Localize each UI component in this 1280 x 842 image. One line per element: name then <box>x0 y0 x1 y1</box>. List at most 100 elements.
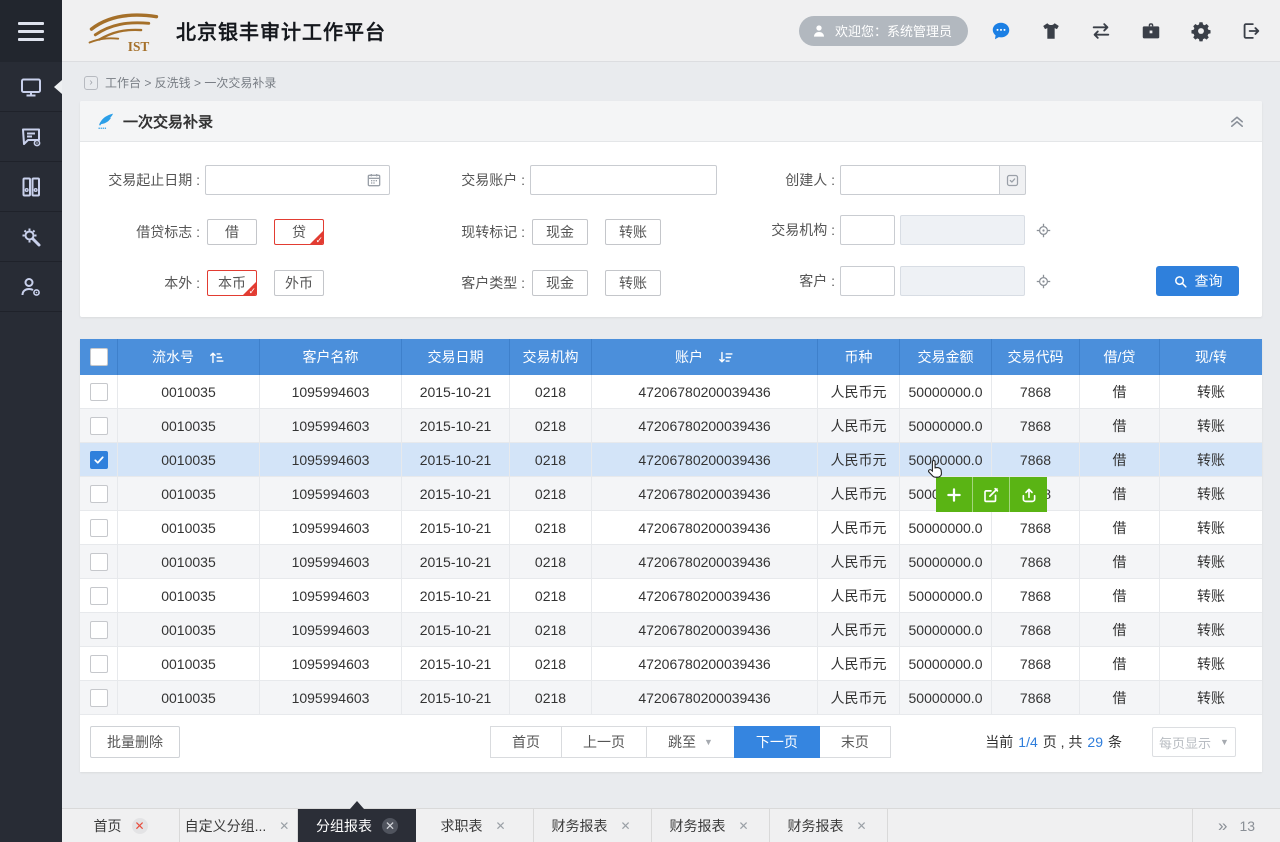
sort-desc-icon[interactable] <box>717 349 734 366</box>
table-cell: 人民币元 <box>818 409 900 442</box>
row-checkbox[interactable] <box>90 485 108 503</box>
tab[interactable]: 财务报表✕ <box>534 809 652 842</box>
jump-to-button[interactable]: 跳至 ▼ <box>646 726 735 758</box>
toggle-currency-option[interactable]: 外币 <box>274 270 324 296</box>
first-page-button[interactable]: 首页 <box>490 726 562 758</box>
table-row[interactable]: 001003510959946032015-10-210218472067802… <box>80 477 1262 511</box>
row-checkbox[interactable] <box>90 655 108 673</box>
table-cell: 50000000.0 <box>900 375 992 408</box>
next-page-button[interactable]: 下一页 <box>734 726 820 758</box>
table-cell: 0010035 <box>118 443 260 476</box>
close-icon[interactable]: ✕ <box>132 818 148 834</box>
customer-crosshair-icon[interactable] <box>1035 273 1052 290</box>
column-header-label: 账户 <box>675 347 703 367</box>
customer-code-input[interactable] <box>840 266 895 296</box>
table-row[interactable]: 001003510959946032015-10-210218472067802… <box>80 579 1262 613</box>
last-page-button[interactable]: 末页 <box>819 726 891 758</box>
prev-page-button[interactable]: 上一页 <box>561 726 647 758</box>
table-row[interactable]: 001003510959946032015-10-210218472067802… <box>80 409 1262 443</box>
row-checkbox[interactable] <box>90 519 108 537</box>
row-checkbox[interactable] <box>90 621 108 639</box>
logo: IST <box>80 8 166 54</box>
select-all-checkbox[interactable] <box>90 348 108 366</box>
menu-icon[interactable] <box>0 0 62 62</box>
table-row[interactable]: 001003510959946032015-10-210218472067802… <box>80 613 1262 647</box>
table-row[interactable]: 001003510959946032015-10-210218472067802… <box>80 511 1262 545</box>
sidebar-item-workbench[interactable] <box>0 62 62 112</box>
sidebar-item-tools[interactable] <box>0 212 62 262</box>
sidebar-item-archives[interactable] <box>0 162 62 212</box>
row-checkbox[interactable] <box>90 451 108 469</box>
tab[interactable]: 自定义分组...✕ <box>180 809 298 842</box>
column-header[interactable]: 流水号 <box>118 339 260 375</box>
row-checkbox[interactable] <box>90 689 108 707</box>
table-cell: 借 <box>1080 681 1160 714</box>
table-row[interactable]: 001003510959946032015-10-210218472067802… <box>80 375 1262 409</box>
user-menu[interactable]: 欢迎您：系统管理员 <box>799 16 968 46</box>
org-code-input[interactable] <box>840 215 895 245</box>
creator-picker-button[interactable] <box>1000 165 1026 195</box>
date-range-label: 交易起止日期 : <box>90 170 200 190</box>
toggle-debit-option[interactable]: 借 <box>207 219 257 245</box>
table-header-row: 流水号客户名称交易日期交易机构账户币种交易金额交易代码借/贷现/转 <box>80 339 1262 375</box>
edit-icon[interactable] <box>973 477 1010 512</box>
close-icon[interactable]: ✕ <box>618 818 634 834</box>
org-crosshair-icon[interactable] <box>1035 222 1052 239</box>
swap-icon[interactable] <box>1090 20 1112 42</box>
table-cell: 47206780200039436 <box>592 375 818 408</box>
sidebar-item-messages[interactable] <box>0 112 62 162</box>
column-header-label: 交易机构 <box>523 347 579 367</box>
toggle-customer_type-option[interactable]: 转账 <box>605 270 661 296</box>
sidebar-item-users[interactable] <box>0 262 62 312</box>
date-range-input[interactable] <box>205 165 390 195</box>
table-row[interactable]: 001003510959946032015-10-210218472067802… <box>80 545 1262 579</box>
account-input[interactable] <box>530 165 717 195</box>
toggle-cash-option[interactable]: 现金 <box>532 219 588 245</box>
tab-label: 财务报表 <box>670 816 726 836</box>
close-icon[interactable]: ✕ <box>854 818 870 834</box>
briefcase-icon[interactable] <box>1140 20 1162 42</box>
search-button[interactable]: 查询 <box>1156 266 1239 296</box>
table-row[interactable]: 001003510959946032015-10-210218472067802… <box>80 681 1262 715</box>
bottom-tab-bar: 首页✕自定义分组...✕分组报表✕求职表✕财务报表✕财务报表✕财务报表✕»13 <box>62 808 1280 842</box>
table-cell: 转账 <box>1160 579 1262 612</box>
table-row[interactable]: 001003510959946032015-10-210218472067802… <box>80 443 1262 477</box>
row-checkbox[interactable] <box>90 417 108 435</box>
sort-asc-icon[interactable] <box>208 349 225 366</box>
tshirt-icon[interactable] <box>1040 20 1062 42</box>
batch-delete-button[interactable]: 批量删除 <box>90 726 180 758</box>
close-icon[interactable]: ✕ <box>493 818 509 834</box>
tab[interactable]: 财务报表 ✕ <box>652 809 770 842</box>
row-checkbox[interactable] <box>90 383 108 401</box>
toggle-cash-option[interactable]: 转账 <box>605 219 661 245</box>
creator-input[interactable] <box>840 165 1000 195</box>
logout-icon[interactable] <box>1240 20 1262 42</box>
tab[interactable]: 首页✕ <box>62 809 180 842</box>
toggle-debit-option[interactable]: 贷 <box>274 219 324 245</box>
tab[interactable]: 求职表✕ <box>416 809 534 842</box>
upload-icon[interactable] <box>1010 477 1047 512</box>
tab-active[interactable]: 分组报表✕ <box>298 809 416 842</box>
column-header[interactable]: 账户 <box>592 339 818 375</box>
column-header-label: 交易代码 <box>1008 347 1064 367</box>
row-checkbox[interactable] <box>90 553 108 571</box>
table-cell: 0218 <box>510 545 592 578</box>
double-chevron-right-icon[interactable]: » <box>1218 816 1227 836</box>
gear-icon[interactable] <box>1190 20 1212 42</box>
double-chevron-up-icon[interactable] <box>1228 112 1246 130</box>
tab-overflow-control[interactable]: »13 <box>1192 809 1280 842</box>
toggle-customer_type-option[interactable]: 现金 <box>532 270 588 296</box>
table-cell: 1095994603 <box>260 613 402 646</box>
close-icon[interactable]: ✕ <box>736 818 752 834</box>
close-icon[interactable]: ✕ <box>382 818 398 834</box>
page-size-select[interactable]: 每页显示 ▼ <box>1152 727 1236 757</box>
toggle-currency-option[interactable]: 本币 <box>207 270 257 296</box>
tab[interactable]: 财务报表✕ <box>770 809 888 842</box>
message-icon[interactable] <box>990 20 1012 42</box>
close-icon[interactable]: ✕ <box>276 818 292 834</box>
table-row[interactable]: 001003510959946032015-10-210218472067802… <box>80 647 1262 681</box>
row-checkbox[interactable] <box>90 587 108 605</box>
add-icon[interactable] <box>936 477 973 512</box>
table-cell: 2015-10-21 <box>402 681 510 714</box>
table-cell: 人民币元 <box>818 375 900 408</box>
